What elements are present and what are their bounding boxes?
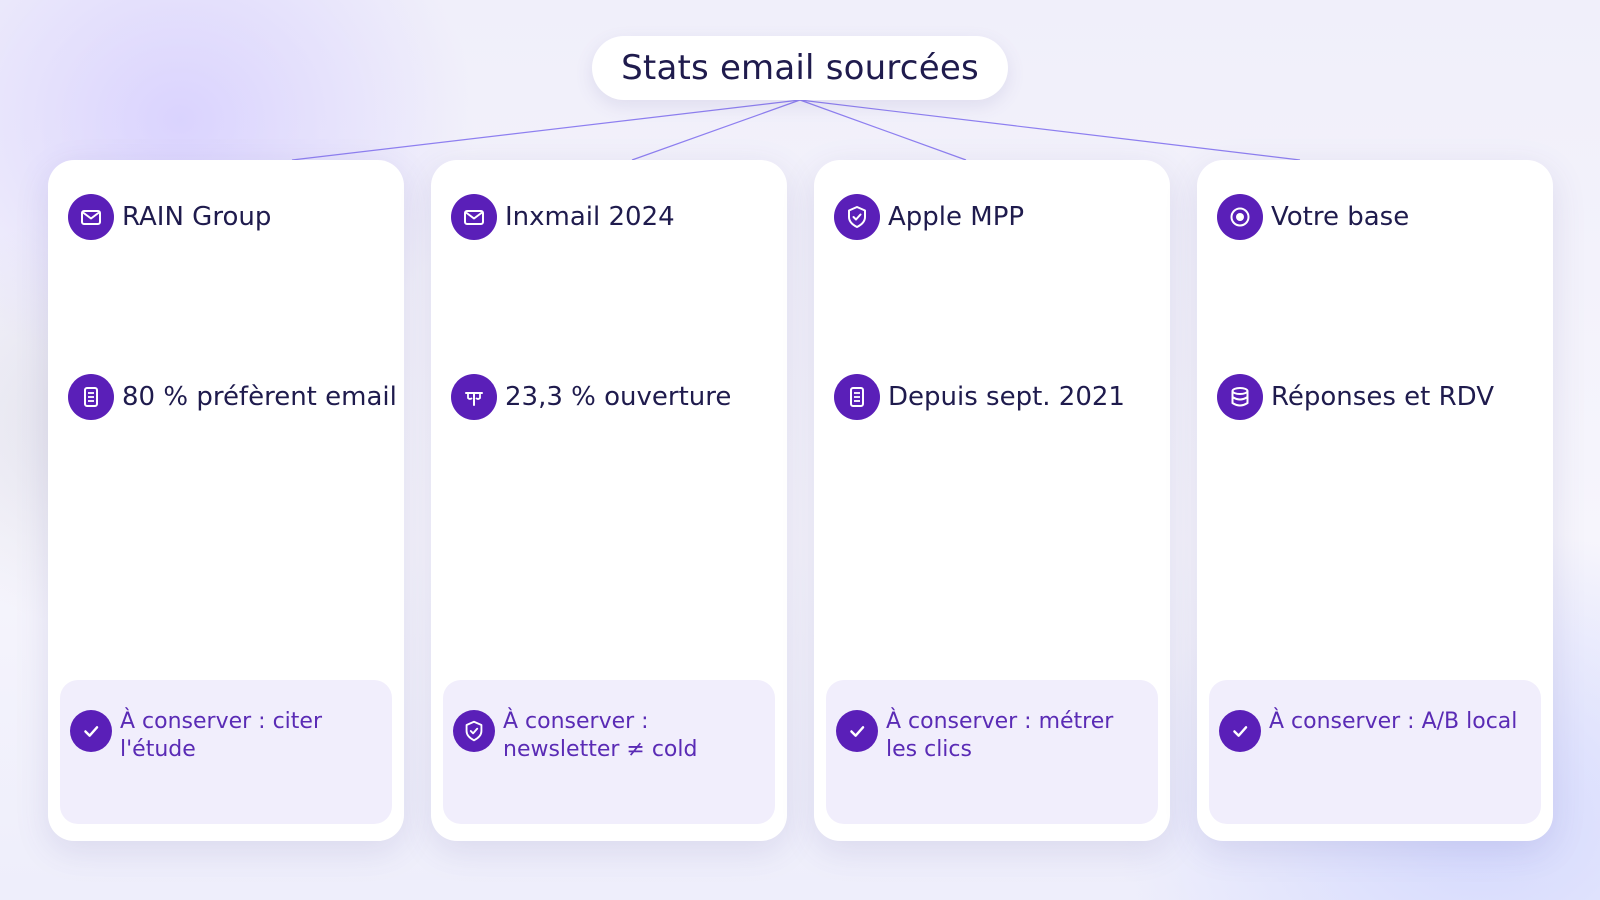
stat-label: Depuis sept. 2021 (888, 382, 1125, 412)
connector-line-3 (799, 99, 967, 161)
source-label: Inxmail 2024 (505, 202, 675, 232)
stat-row: 80 % préfèrent email (68, 374, 397, 420)
keep-text: À conserver : newsletter ≠ cold (503, 709, 698, 762)
mail-icon (451, 194, 497, 240)
document-icon (834, 374, 880, 420)
shield-check-icon (834, 194, 880, 240)
stat-row: Depuis sept. 2021 (834, 374, 1154, 420)
source-label: Apple MPP (888, 202, 1025, 232)
source-row: Votre base (1217, 194, 1537, 240)
check-icon (1219, 710, 1261, 752)
stat-label: 23,3 % ouverture (505, 382, 732, 412)
stat-row: Réponses et RDV (1217, 374, 1537, 420)
target-icon (1217, 194, 1263, 240)
source-card-rain-group: RAIN Group 80 % préfèrent email À conser… (48, 160, 404, 841)
source-row: Apple MPP (834, 194, 1154, 240)
stat-label: Réponses et RDV (1271, 382, 1495, 412)
document-icon (68, 374, 114, 420)
database-icon (1217, 374, 1263, 420)
source-card-votre-base: Votre base Réponses et RDV À conserver :… (1197, 160, 1553, 841)
source-row: Inxmail 2024 (451, 194, 771, 240)
keep-note: À conserver : métrer les clics (826, 680, 1158, 824)
source-card-inxmail-2024: Inxmail 2024 23,3 % ouverture À conserve… (431, 160, 787, 841)
connector-line-4 (799, 99, 1301, 161)
check-icon (836, 710, 878, 752)
keep-note: À conserver : newsletter ≠ cold (443, 680, 775, 824)
stat-label: 80 % préfèrent email (122, 382, 397, 412)
mail-icon (68, 194, 114, 240)
source-card-apple-mpp: Apple MPP Depuis sept. 2021 À conserver … (814, 160, 1170, 841)
stat-row: 23,3 % ouverture (451, 374, 771, 420)
diagram-title: Stats email sourcées (592, 36, 1008, 100)
keep-note: À conserver : citer l'étude (60, 680, 392, 824)
source-row: RAIN Group (68, 194, 388, 240)
source-label: RAIN Group (122, 202, 272, 232)
keep-text: À conserver : A/B local (1269, 709, 1518, 734)
scale-icon (451, 374, 497, 420)
connector-line-2 (631, 99, 801, 161)
keep-note: À conserver : A/B local (1209, 680, 1541, 824)
keep-text: À conserver : métrer les clics (886, 709, 1114, 762)
check-icon (70, 710, 112, 752)
shield-check-icon (453, 710, 495, 752)
keep-text: À conserver : citer l'étude (120, 709, 322, 762)
source-label: Votre base (1271, 202, 1410, 232)
connector-line-1 (291, 99, 801, 161)
